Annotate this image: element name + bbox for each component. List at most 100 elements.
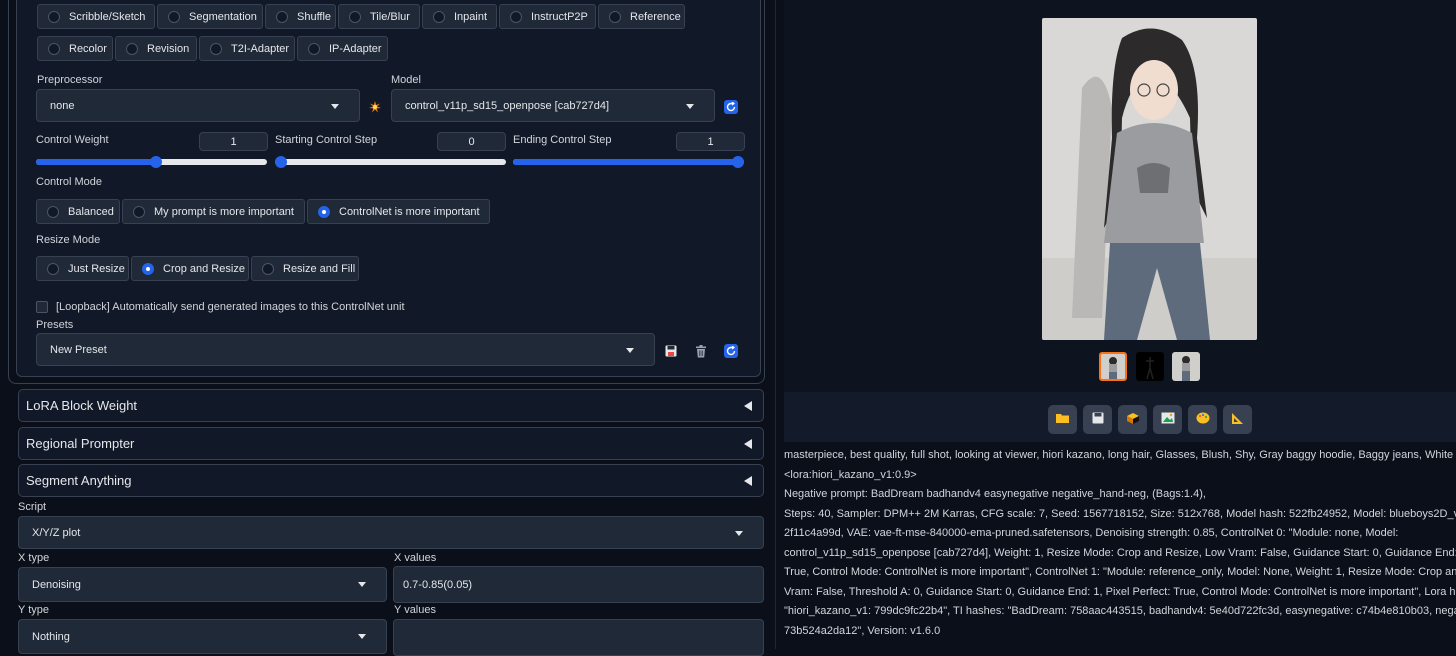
- save-icon[interactable]: [664, 344, 678, 358]
- ending-step-slider[interactable]: [513, 156, 744, 168]
- collapse-triangle-icon: [744, 476, 752, 486]
- radio-dot: [168, 10, 180, 23]
- radio-dot: [47, 262, 59, 275]
- radio-label: Recolor: [69, 42, 107, 55]
- resize-mode-group: Just Resize Crop and Resize Resize and F…: [36, 256, 361, 281]
- radio-label: Tile/Blur: [370, 10, 410, 23]
- gallery-thumbnail[interactable]: [1136, 352, 1164, 381]
- accordion-regional-prompter[interactable]: Regional Prompter: [18, 427, 764, 460]
- send-to-img2img-button[interactable]: [1153, 405, 1182, 434]
- control-type-ip-adapter[interactable]: IP-Adapter: [297, 36, 388, 61]
- radio-dot: [276, 10, 288, 23]
- accordion-segment-anything[interactable]: Segment Anything: [18, 464, 764, 497]
- y-values-label: Y values: [394, 604, 436, 616]
- left-column: Scribble/Sketch Segmentation Shuffle Til…: [0, 0, 775, 656]
- presets-label: Presets: [36, 319, 74, 331]
- starting-step-slider[interactable]: [275, 156, 506, 168]
- radio-label: Balanced: [68, 205, 114, 218]
- resize-mode-just-resize[interactable]: Just Resize: [36, 256, 129, 281]
- trash-icon[interactable]: [694, 344, 708, 358]
- send-to-extras-button[interactable]: [1223, 405, 1252, 434]
- control-weight-slider[interactable]: [36, 156, 267, 168]
- control-type-shuffle[interactable]: Shuffle: [265, 4, 336, 29]
- loopback-checkbox[interactable]: [36, 301, 48, 313]
- radio-label: InstructP2P: [531, 10, 588, 23]
- resize-mode-crop-and-resize[interactable]: Crop and Resize: [131, 256, 249, 281]
- collapse-triangle-icon: [744, 401, 752, 411]
- slider-handle[interactable]: [732, 156, 744, 168]
- control-mode-prompt[interactable]: My prompt is more important: [122, 199, 305, 224]
- gallery-thumbnail[interactable]: [1099, 352, 1127, 381]
- info-line: Vram: False, Threshold A: 0, Guidance St…: [784, 585, 1456, 598]
- script-value: X/Y/Z plot: [32, 526, 81, 539]
- preprocessor-label: Preprocessor: [37, 74, 103, 86]
- radio-dot: [48, 10, 60, 23]
- radio-label: Reference: [630, 10, 681, 23]
- info-line: "hiori_kazano_v1: 799dc9fc22b4", TI hash…: [784, 605, 1456, 617]
- radio-dot: [349, 10, 361, 23]
- radio-dot: [126, 42, 138, 55]
- model-select[interactable]: control_v11p_sd15_openpose [cab727d4]: [391, 89, 715, 122]
- control-type-reference[interactable]: Reference: [598, 4, 685, 29]
- slider-fill: [513, 159, 738, 165]
- send-to-inpaint-button[interactable]: [1188, 405, 1217, 434]
- control-type-tile-blur[interactable]: Tile/Blur: [338, 4, 420, 29]
- ending-step-input[interactable]: 1: [676, 132, 745, 151]
- open-folder-button[interactable]: [1048, 405, 1077, 434]
- accordion-lora-block-weight[interactable]: LoRA Block Weight: [18, 389, 764, 422]
- model-label: Model: [391, 74, 421, 86]
- script-select[interactable]: X/Y/Z plot: [18, 516, 764, 549]
- generated-image[interactable]: [1042, 18, 1257, 340]
- radio-label: Segmentation: [189, 10, 257, 23]
- info-line: 73b524a2da12", Version: v1.6.0: [784, 624, 941, 637]
- x-values-input[interactable]: 0.7-0.85(0.05): [393, 566, 764, 603]
- starting-step-input[interactable]: 0: [437, 132, 506, 151]
- preprocessor-select[interactable]: none: [36, 89, 360, 122]
- refresh-icon[interactable]: [724, 344, 738, 358]
- explosion-icon[interactable]: [368, 100, 382, 114]
- slider-handle[interactable]: [150, 156, 162, 168]
- refresh-icon[interactable]: [724, 100, 738, 114]
- slider-handle[interactable]: [275, 156, 287, 168]
- x-type-value: Denoising: [32, 578, 81, 591]
- x-values-label: X values: [394, 552, 437, 564]
- control-weight-label: Control Weight: [36, 134, 109, 146]
- radio-dot: [433, 10, 445, 23]
- x-type-select[interactable]: Denoising: [18, 567, 387, 602]
- control-mode-controlnet[interactable]: ControlNet is more important: [307, 199, 490, 224]
- radio-label: Crop and Resize: [163, 262, 245, 275]
- control-type-revision[interactable]: Revision: [115, 36, 197, 61]
- resize-mode-resize-and-fill[interactable]: Resize and Fill: [251, 256, 359, 281]
- gallery-thumbnail[interactable]: [1172, 352, 1200, 381]
- control-type-instructp2p[interactable]: InstructP2P: [499, 4, 596, 29]
- radio-label: My prompt is more important: [154, 205, 294, 218]
- control-type-inpaint[interactable]: Inpaint: [422, 4, 497, 29]
- save-image-button[interactable]: [1083, 405, 1112, 434]
- radio-label: Revision: [147, 42, 190, 55]
- info-line: True, Control Mode: ControlNet is more i…: [784, 566, 1456, 578]
- radio-label: Shuffle: [297, 10, 332, 23]
- info-line: 2f11c4a99d, VAE: vae-ft-mse-840000-ema-p…: [784, 527, 1399, 539]
- script-label: Script: [18, 501, 47, 513]
- control-type-row-1: Scribble/Sketch Segmentation Shuffle Til…: [37, 4, 687, 29]
- radio-dot: [47, 205, 59, 218]
- zip-button[interactable]: [1118, 405, 1147, 434]
- control-type-recolor[interactable]: Recolor: [37, 36, 113, 61]
- radio-label: Scribble/Sketch: [69, 10, 146, 23]
- control-weight-input[interactable]: 1: [199, 132, 268, 151]
- control-type-row-2: Recolor Revision T2I-Adapter IP-Adapter: [37, 36, 390, 61]
- radio-dot: [48, 42, 60, 55]
- y-values-input[interactable]: [393, 619, 764, 656]
- chevron-down-icon: [735, 531, 743, 536]
- control-type-segmentation[interactable]: Segmentation: [157, 4, 263, 29]
- control-type-t2i-adapter[interactable]: T2I-Adapter: [199, 36, 295, 61]
- model-value: control_v11p_sd15_openpose [cab727d4]: [405, 99, 610, 112]
- ruler-icon: [1231, 412, 1244, 428]
- control-type-scribble[interactable]: Scribble/Sketch: [37, 4, 155, 29]
- ending-step-label: Ending Control Step: [513, 134, 612, 146]
- presets-select[interactable]: New Preset: [36, 333, 655, 366]
- loopback-label: [Loopback] Automatically send generated …: [56, 301, 405, 313]
- resize-mode-label: Resize Mode: [36, 234, 101, 246]
- control-mode-balanced[interactable]: Balanced: [36, 199, 120, 224]
- radio-dot: [133, 205, 145, 218]
